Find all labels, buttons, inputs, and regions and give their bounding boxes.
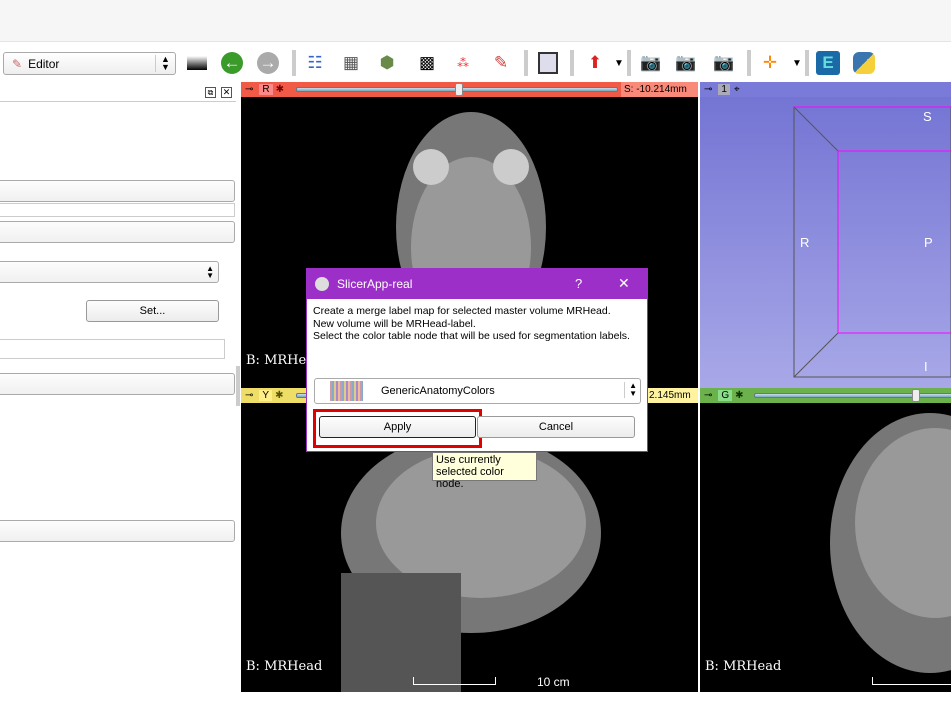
- slicer-logo-icon: [315, 277, 329, 291]
- screenshot-icon[interactable]: 📷: [638, 50, 664, 76]
- volumes-icon[interactable]: ▦: [338, 50, 364, 76]
- dialog-titlebar: SlicerApp-real ? ✕: [307, 269, 647, 299]
- center-view-icon[interactable]: ⌖: [734, 84, 740, 95]
- scale-bar: [872, 677, 951, 685]
- yellow-view-volume-label: B: MRHead: [246, 659, 323, 674]
- module-selector[interactable]: ✎ Editor ▲ ▼: [3, 52, 176, 75]
- close-icon[interactable]: ✕: [221, 87, 232, 98]
- red-slice-slider[interactable]: [296, 83, 618, 96]
- node-selector[interactable]: ▲ ▼: [0, 261, 219, 283]
- close-button[interactable]: ✕: [618, 275, 630, 292]
- yellow-view-letter: Y: [259, 390, 273, 401]
- red-slice-offset: S: -10.214mm: [621, 82, 698, 97]
- threed-view[interactable]: S R P I: [700, 97, 951, 388]
- coronal-brain-image: [830, 413, 951, 673]
- scene-view-restore-icon[interactable]: 📷: [711, 50, 737, 76]
- bounding-box: [793, 106, 951, 378]
- editor-pencil-icon: ✎: [12, 56, 23, 71]
- green-slice-view[interactable]: B: MRHead: [700, 403, 951, 692]
- text-field[interactable]: [0, 339, 225, 359]
- collapsible-section[interactable]: [0, 221, 235, 243]
- tooltip-line: Use currently: [436, 454, 501, 466]
- back-icon[interactable]: ←: [219, 50, 245, 76]
- spin-arrows-icon: ▲ ▼: [155, 55, 175, 72]
- apply-button-label: Apply: [383, 421, 412, 433]
- module-selector-value: Editor: [28, 56, 60, 71]
- dialog-message-line: New volume will be MRHead-label.: [313, 317, 476, 330]
- color-table-swatch-icon: [330, 381, 363, 401]
- toolbar-separator: [292, 50, 296, 76]
- scale-bar-label: 10 cm: [537, 675, 570, 689]
- markups-icon[interactable]: ⁂: [450, 50, 476, 76]
- set-button-label: Set...: [139, 305, 166, 317]
- pin-icon[interactable]: ⊸: [704, 84, 712, 95]
- dialog-message-line: Select the color table node that will be…: [313, 330, 630, 342]
- spin-arrows-icon: ▲ ▼: [624, 382, 637, 398]
- collapsible-section[interactable]: [0, 520, 235, 542]
- orientation-s: S: [923, 109, 932, 124]
- models-icon[interactable]: ⬢: [374, 50, 400, 76]
- cancel-button[interactable]: Cancel: [477, 416, 635, 438]
- green-slice-controller: ⊸ G ✱: [700, 388, 951, 403]
- link-icon[interactable]: ✱: [275, 390, 283, 401]
- merge-label-dialog: SlicerApp-real ? ✕ Create a merge label …: [306, 268, 648, 452]
- extension-manager-icon[interactable]: E: [815, 50, 841, 76]
- link-icon[interactable]: ✱: [735, 390, 743, 401]
- green-view-volume-label: B: MRHead: [705, 659, 782, 674]
- set-button[interactable]: Set...: [86, 300, 219, 322]
- layout-icon[interactable]: [535, 50, 561, 76]
- collapsible-section[interactable]: [0, 180, 235, 202]
- tooltip-line: selected color node.: [436, 466, 504, 490]
- window-level-icon[interactable]: [184, 50, 210, 76]
- red-view-letter: R: [259, 84, 273, 95]
- text-field[interactable]: [0, 203, 235, 217]
- threed-view-controller: ⊸ 1 ⌖: [700, 82, 951, 97]
- toolbar-separator: [805, 50, 809, 76]
- apply-button[interactable]: Apply: [319, 416, 476, 438]
- slider-handle[interactable]: [455, 83, 463, 96]
- toolbar-separator: [524, 50, 528, 76]
- orientation-i: I: [924, 359, 928, 374]
- dialog-title: SlicerApp-real: [337, 277, 413, 291]
- color-node-value: GenericAnatomyColors: [381, 385, 495, 397]
- toolbar-separator: [627, 50, 631, 76]
- toolbar-separator: [570, 50, 574, 76]
- pin-icon[interactable]: ⊸: [245, 390, 253, 401]
- cancel-button-label: Cancel: [538, 421, 574, 433]
- panel-header: ⧉ ✕: [0, 84, 236, 102]
- orientation-r: R: [800, 235, 810, 250]
- pin-icon[interactable]: ⊸: [704, 390, 712, 401]
- editor-icon[interactable]: ✎: [488, 50, 514, 76]
- collapsible-section[interactable]: [0, 373, 235, 395]
- title-area: [0, 0, 951, 42]
- green-view-letter: G: [718, 390, 733, 401]
- color-node-selector[interactable]: GenericAnatomyColors ▲ ▼: [314, 378, 641, 404]
- link-icon[interactable]: ✱: [276, 84, 284, 95]
- splitter-handle[interactable]: [236, 366, 240, 406]
- crosshair-icon[interactable]: ✛: [757, 50, 783, 76]
- scale-bar: [413, 677, 496, 685]
- dialog-message-line: Create a merge label map for selected ma…: [313, 305, 611, 317]
- spin-arrows-icon: ▲ ▼: [206, 264, 214, 280]
- apply-tooltip: Use currently selected color node.: [432, 452, 537, 490]
- green-slice-slider[interactable]: [754, 389, 951, 402]
- undock-icon[interactable]: ⧉: [205, 87, 216, 98]
- fiducial-icon[interactable]: ⬆: [582, 50, 608, 76]
- forward-icon[interactable]: →: [255, 50, 281, 76]
- orientation-p: P: [924, 235, 933, 250]
- toolbar-separator: [747, 50, 751, 76]
- red-slice-controller: ⊸ R ✱ S: -10.214mm: [241, 82, 698, 97]
- data-icon[interactable]: ☷: [302, 50, 328, 76]
- threed-view-number: 1: [718, 84, 730, 95]
- yellow-slice-offset: 2.145mm: [646, 388, 698, 403]
- python-icon[interactable]: [851, 50, 877, 76]
- help-button[interactable]: ?: [575, 276, 582, 291]
- scene-view-icon[interactable]: 📷: [673, 50, 699, 76]
- pin-icon[interactable]: ⊸: [245, 84, 253, 95]
- transforms-icon[interactable]: ▩: [414, 50, 440, 76]
- slider-handle[interactable]: [912, 389, 920, 402]
